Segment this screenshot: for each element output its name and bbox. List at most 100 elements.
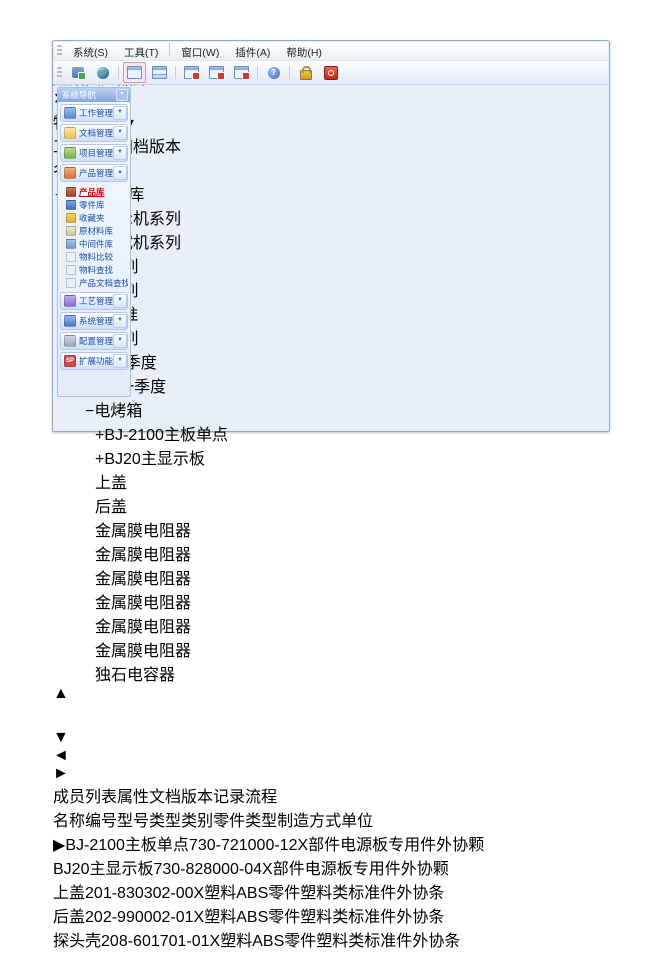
column-header[interactable]: 零件类型 <box>213 813 277 830</box>
mail-badge-button[interactable] <box>230 62 253 83</box>
table-row[interactable]: 上盖201-830302-00X塑料ABS零件塑料类标准件外协条 <box>53 879 609 903</box>
workspace-button[interactable] <box>66 62 89 83</box>
tree-node[interactable]: −电烤箱 <box>53 397 609 421</box>
collapse-icon[interactable]: − <box>85 403 94 420</box>
sidebar-item[interactable]: 物料查找 <box>62 263 128 276</box>
sidebar-pin-icon[interactable]: ▾ <box>116 89 128 101</box>
chevron-down-icon[interactable]: ▼ <box>113 314 127 328</box>
tree-node[interactable]: 08年四季度 <box>53 349 609 373</box>
rawmat-icon <box>66 226 76 236</box>
column-header[interactable]: 名称 <box>53 813 85 830</box>
nav-group[interactable]: SP扩展功能▼ <box>60 352 128 370</box>
tree-node[interactable]: 金属膜电阻器 <box>53 565 609 589</box>
column-header[interactable]: 单位 <box>341 813 373 830</box>
tree-node[interactable]: 金属膜电阻器 <box>53 589 609 613</box>
tree-node[interactable]: 上盖 <box>53 469 609 493</box>
chevron-down-icon[interactable]: ▼ <box>113 334 127 348</box>
tree-node[interactable]: 金属膜电阻器 <box>53 541 609 565</box>
tab-流程[interactable]: 流程 <box>245 789 277 806</box>
tree-node[interactable]: +SP-演示机系列 <box>53 205 609 229</box>
expand-icon[interactable]: + <box>95 427 104 444</box>
column-header[interactable]: 类别 <box>181 813 213 830</box>
tab-属性[interactable]: 属性 <box>117 789 149 806</box>
table-row[interactable]: 左侧盖209-990001-01X塑料ABS零件塑料类标准件外协条 <box>53 951 609 954</box>
toolbar-grip-handle[interactable] <box>57 67 62 79</box>
tab-成员列表[interactable]: 成员列表 <box>53 789 117 806</box>
bom-version-tabs: 工作版本归档版本 <box>53 133 609 157</box>
mail-receive-button[interactable] <box>205 62 228 83</box>
tree-horizontal-scrollbar[interactable]: ◄ ► <box>53 747 609 783</box>
globe-button[interactable] <box>91 62 114 83</box>
tree-scroll-thumb[interactable] <box>53 703 609 729</box>
scroll-up-icon[interactable]: ▲ <box>53 685 69 702</box>
sidebar-item[interactable]: 产品文档查找 <box>62 276 128 289</box>
chevron-up-icon[interactable]: ▲ <box>113 166 127 180</box>
sidebar-item[interactable]: 收藏夹 <box>62 211 128 224</box>
exit-button[interactable] <box>319 62 342 83</box>
table-row[interactable]: 探头壳208-601701-01X塑料ABS零件塑料类标准件外协条 <box>53 927 609 951</box>
column-header[interactable]: 类型 <box>149 813 181 830</box>
tree-node[interactable]: +BJ-2100主板单点 <box>53 421 609 445</box>
tree-node[interactable]: +BJ20主显示板 <box>53 445 609 469</box>
column-header[interactable]: 制造方式 <box>277 813 341 830</box>
tree-node[interactable]: 后盖 <box>53 493 609 517</box>
menubar-grip-handle[interactable] <box>57 45 62 57</box>
sidebar-item[interactable]: 原材料库 <box>62 224 128 237</box>
scroll-down-icon[interactable]: ▼ <box>53 729 69 746</box>
scroll-right-icon[interactable]: ► <box>53 765 69 782</box>
mail-send-button[interactable] <box>180 62 203 83</box>
tree-node[interactable]: −08年一季度 <box>53 373 609 397</box>
nav-group[interactable]: 工作管理▼ <box>60 104 128 122</box>
table-row[interactable]: ▶BJ-2100主板单点730-721000-12X部件电源板专用件外协颗 <box>53 831 609 855</box>
tab-版本记录[interactable]: 版本记录 <box>181 789 245 806</box>
menu-item[interactable]: 系统(S) <box>65 45 116 61</box>
tree-node[interactable]: 独石电容器 <box>53 661 609 685</box>
layout-button[interactable] <box>148 62 171 83</box>
table-cell: 颗 <box>468 837 484 854</box>
help-icon <box>268 67 280 79</box>
scroll-left-icon[interactable]: ◄ <box>53 747 69 764</box>
sidebar-item[interactable]: 物料比较 <box>62 250 128 263</box>
table-row[interactable]: 后盖202-990002-01X塑料ABS零件塑料类标准件外协条 <box>53 903 609 927</box>
tree-node[interactable]: +欧式系列 <box>53 253 609 277</box>
nav-group[interactable]: 项目管理▼ <box>60 144 128 162</box>
nav-group[interactable]: 配置管理▼ <box>60 332 128 350</box>
globe-icon <box>97 67 109 79</box>
table-cell: 塑料ABS <box>204 885 268 902</box>
chevron-down-icon[interactable]: ▼ <box>113 146 127 160</box>
table-row[interactable]: BJ20主显示板730-828000-04X部件电源板专用件外协颗 <box>53 855 609 879</box>
column-header[interactable]: 型号 <box>117 813 149 830</box>
nav-group[interactable]: 产品管理▲ <box>60 164 128 182</box>
lock-button[interactable] <box>294 62 317 83</box>
tree-node[interactable]: −系统产品库 <box>53 181 609 205</box>
sidebar-item[interactable]: 产品库 <box>62 185 128 198</box>
sidebar-item[interactable]: 中间件库 <box>62 237 128 250</box>
tab-文档[interactable]: 文档 <box>149 789 181 806</box>
column-header[interactable]: 编号 <box>85 813 117 830</box>
tree-column-header[interactable]: 名称 <box>53 157 609 181</box>
nav-group[interactable]: 系统管理▼ <box>60 312 128 330</box>
tree-node[interactable]: +单把系列 <box>53 277 609 301</box>
menu-item[interactable]: 帮助(H) <box>278 45 330 61</box>
window-button[interactable] <box>123 62 146 83</box>
row-selector[interactable]: ▶ <box>53 837 65 854</box>
nav-group[interactable]: 工艺管理▼ <box>60 292 128 310</box>
tree-node[interactable]: −美式系列 <box>53 325 609 349</box>
chevron-down-icon[interactable]: ▼ <box>113 354 127 368</box>
tree-node[interactable]: +SP-测试机系列 <box>53 229 609 253</box>
tree-node[interactable]: 金属膜电阻器 <box>53 517 609 541</box>
tree-vertical-scrollbar[interactable]: ▲ ▼ <box>53 685 609 747</box>
tree-node[interactable]: 金属膜电阻器 <box>53 613 609 637</box>
expand-icon[interactable]: + <box>95 451 104 468</box>
tree-node[interactable]: 金属膜电阻器 <box>53 637 609 661</box>
chevron-down-icon[interactable]: ▼ <box>113 294 127 308</box>
help-button[interactable] <box>262 62 285 83</box>
tree-node[interactable]: +检验标准 <box>53 301 609 325</box>
menu-item[interactable]: 窗口(W) <box>173 45 227 61</box>
menu-item[interactable]: 工具(T) <box>116 45 166 61</box>
menu-item[interactable]: 插件(A) <box>227 45 278 61</box>
sidebar-item[interactable]: 零件库 <box>62 198 128 211</box>
chevron-down-icon[interactable]: ▼ <box>113 106 127 120</box>
chevron-down-icon[interactable]: ▼ <box>113 126 127 140</box>
nav-group[interactable]: 文档管理▼ <box>60 124 128 142</box>
